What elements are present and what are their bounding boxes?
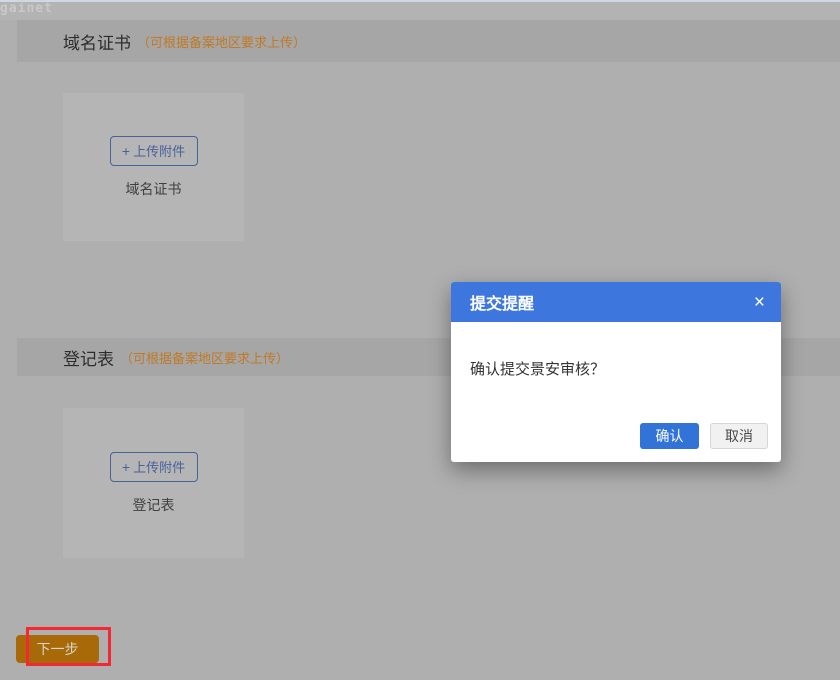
dialog-title: 提交提醒	[470, 290, 752, 314]
highlight-annotation-box	[26, 627, 111, 666]
watermark: gainet	[0, 1, 53, 16]
upload-button-label: 上传附件	[133, 141, 185, 160]
section-title: 登记表	[63, 345, 114, 370]
dialog-message: 确认提交景安审核？	[451, 322, 781, 379]
plus-icon: +	[122, 144, 130, 158]
section-header-domain-certificate: 域名证书 （可根据备案地区要求上传）	[17, 20, 840, 62]
page: gainet 域名证书 （可根据备案地区要求上传） + 上传附件 域名证书 登记…	[0, 0, 840, 680]
dialog-footer: 确认 取消	[640, 423, 768, 449]
upload-attachment-button[interactable]: + 上传附件	[110, 136, 198, 166]
dialog-header: 提交提醒 ×	[451, 282, 781, 322]
section-hint: （可根据备案地区要求上传）	[137, 32, 306, 51]
close-icon[interactable]: ×	[752, 291, 767, 314]
upload-card-label: 域名证书	[126, 179, 182, 199]
upload-card-label: 登记表	[133, 495, 175, 515]
section-title: 域名证书	[63, 29, 131, 54]
upload-attachment-button[interactable]: + 上传附件	[110, 452, 198, 482]
cancel-button[interactable]: 取消	[710, 423, 768, 449]
top-strip	[0, 2, 840, 20]
upload-button-label: 上传附件	[133, 457, 185, 476]
submit-confirmation-dialog: 提交提醒 × 确认提交景安审核？ 确认 取消	[451, 282, 781, 462]
section-hint: （可根据备案地区要求上传）	[120, 348, 289, 367]
upload-card-registration-form: + 上传附件 登记表	[63, 408, 244, 558]
plus-icon: +	[122, 460, 130, 474]
upload-card-domain-certificate: + 上传附件 域名证书	[63, 93, 244, 241]
confirm-button[interactable]: 确认	[640, 423, 699, 449]
